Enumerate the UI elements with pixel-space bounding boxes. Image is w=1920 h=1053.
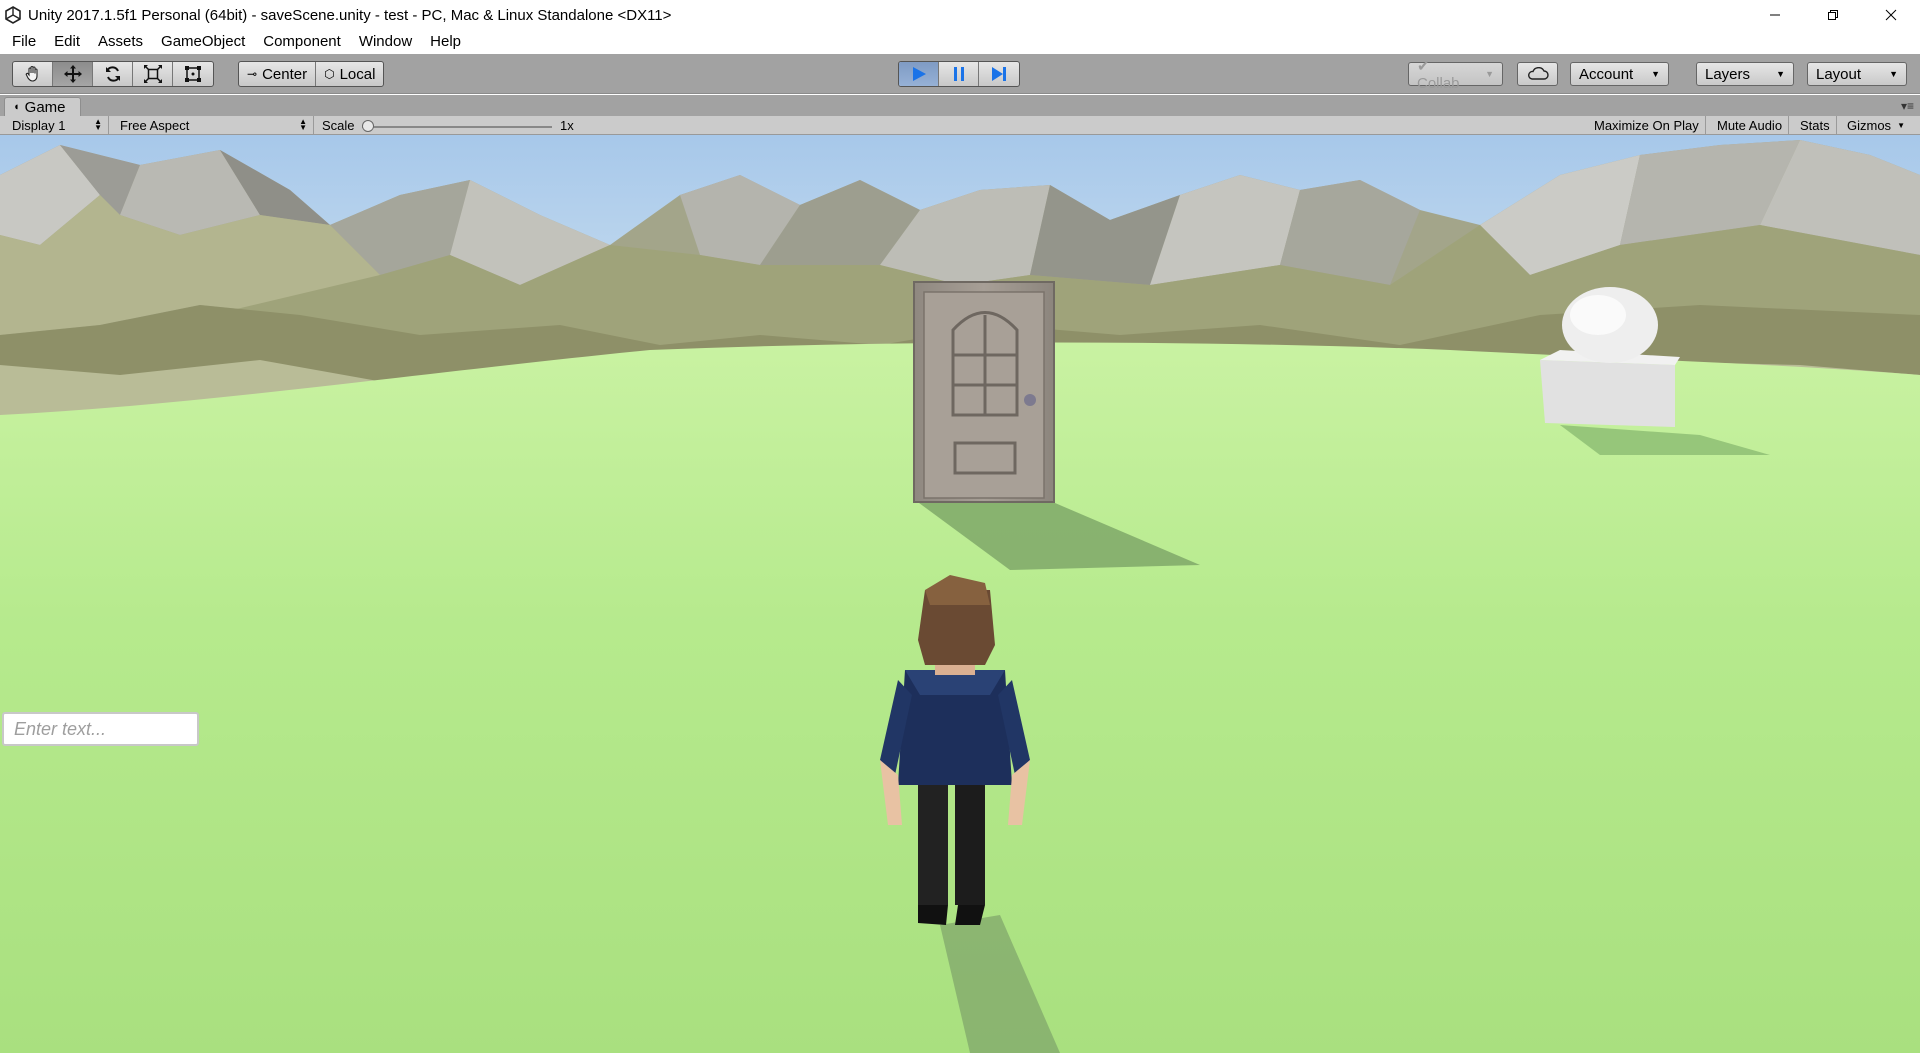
gizmos-label: Gizmos — [1847, 117, 1892, 133]
display-dropdown[interactable]: Display 1 ▲ ▼ — [6, 116, 109, 134]
collab-label: Collab — [1417, 74, 1460, 92]
scale-tool-button[interactable] — [133, 62, 173, 86]
game-view-toolbar: Display 1 ▲ ▼ Free Aspect ▲ ▼ Scale 1x Max… — [0, 116, 1920, 135]
panel-options-icon[interactable]: ▾≡ — [1901, 99, 1914, 113]
chevron-down-icon: ▼ — [1776, 69, 1785, 79]
layout-label: Layout — [1816, 65, 1862, 83]
stats-toggle[interactable]: Stats — [1794, 116, 1837, 134]
minimize-button[interactable] — [1746, 0, 1804, 30]
scale-slider-track[interactable] — [362, 126, 552, 128]
chevron-down-icon: ▼ — [1889, 69, 1898, 79]
chevron-down-icon: ▼ — [1897, 120, 1905, 130]
rect-transform-icon — [185, 66, 201, 82]
maximize-on-play-toggle[interactable]: Maximize On Play — [1588, 116, 1706, 134]
hand-tool-button[interactable] — [13, 62, 53, 86]
collab-dropdown[interactable]: ✔ Collab ▼ — [1408, 58, 1503, 92]
enter-text-input[interactable] — [2, 712, 199, 746]
local-cube-icon: ⬡ — [324, 67, 335, 81]
tab-game[interactable]: ◖ Game — [4, 97, 81, 116]
cloud-button[interactable] — [1517, 62, 1558, 86]
restore-button[interactable] — [1804, 0, 1862, 30]
rect-tool-button[interactable] — [173, 62, 213, 86]
pivot-icon: ⊸ — [247, 67, 258, 81]
pivot-local-label: Local — [339, 65, 376, 83]
menu-component[interactable]: Component — [254, 30, 350, 54]
pivot-center-button[interactable]: ⊸ Center — [239, 62, 317, 86]
game-scene-render — [0, 135, 1920, 1053]
chevron-down-icon: ▼ — [1485, 69, 1494, 79]
scale-slider-thumb[interactable] — [362, 120, 374, 132]
main-toolbar: ⊸ Center ⬡ Local ✔ Collab ▼ Account ▼ Layers… — [0, 54, 1920, 94]
pause-icon — [953, 67, 964, 81]
pivot-center-label: Center — [262, 65, 308, 83]
rotate-tool-button[interactable] — [93, 62, 133, 86]
scale-value: 1x — [560, 117, 574, 133]
play-button[interactable] — [899, 62, 939, 86]
menu-gameobject[interactable]: GameObject — [152, 30, 254, 54]
step-icon — [992, 67, 1006, 81]
door-object — [913, 281, 1055, 503]
step-button[interactable] — [979, 62, 1019, 86]
account-dropdown[interactable]: Account ▼ — [1570, 62, 1669, 86]
layout-dropdown[interactable]: Layout ▼ — [1807, 62, 1907, 86]
aspect-dropdown[interactable]: Free Aspect ▲ ▼ — [114, 116, 314, 134]
display-label: Display 1 — [12, 117, 66, 133]
game-viewport[interactable] — [0, 135, 1920, 1053]
rotate-icon — [105, 66, 120, 82]
restore-icon — [1828, 10, 1838, 20]
collab-check-icon: ✔ — [1417, 57, 1430, 75]
game-panel-tabbar: ◖ Game ▾≡ — [0, 95, 1920, 116]
menu-edit[interactable]: Edit — [45, 30, 89, 54]
transform-tools — [12, 61, 214, 87]
layers-label: Layers — [1705, 65, 1751, 83]
title-bar: Unity 2017.1.5f1 Personal (64bit) - save… — [0, 0, 1920, 30]
tab-game-label: Game — [24, 98, 66, 116]
minimize-icon — [1770, 14, 1780, 16]
updown-icon: ▲ ▼ — [299, 117, 307, 132]
aspect-label: Free Aspect — [120, 117, 190, 133]
menu-window[interactable]: Window — [350, 30, 421, 54]
menu-file[interactable]: File — [3, 30, 45, 54]
gizmos-dropdown[interactable]: Gizmos ▼ — [1841, 116, 1911, 134]
mute-audio-toggle[interactable]: Mute Audio — [1711, 116, 1790, 134]
move-tool-button[interactable] — [53, 62, 93, 86]
pause-button[interactable] — [939, 62, 979, 86]
scale-icon — [143, 65, 162, 83]
move-icon — [63, 65, 82, 83]
unity-logo-icon — [5, 6, 21, 24]
account-label: Account — [1579, 65, 1634, 83]
pacman-game-icon: ◖ — [13, 101, 20, 113]
layers-dropdown[interactable]: Layers ▼ — [1696, 62, 1794, 86]
play-icon — [912, 67, 926, 81]
play-controls — [898, 61, 1020, 87]
cloud-icon — [1527, 67, 1549, 80]
menu-help[interactable]: Help — [421, 30, 470, 54]
pivot-toggles: ⊸ Center ⬡ Local — [238, 61, 385, 87]
scale-label: Scale — [322, 117, 355, 133]
menu-bar: File Edit Assets GameObject Component Wi… — [0, 30, 1920, 54]
pivot-local-button[interactable]: ⬡ Local — [316, 62, 383, 86]
chevron-down-icon: ▼ — [1651, 69, 1660, 79]
menu-assets[interactable]: Assets — [89, 30, 152, 54]
close-button[interactable] — [1862, 0, 1920, 30]
updown-icon: ▲ ▼ — [94, 117, 102, 132]
hand-icon — [25, 65, 38, 82]
window-title: Unity 2017.1.5f1 Personal (64bit) - save… — [28, 6, 672, 24]
close-icon — [1885, 9, 1897, 21]
